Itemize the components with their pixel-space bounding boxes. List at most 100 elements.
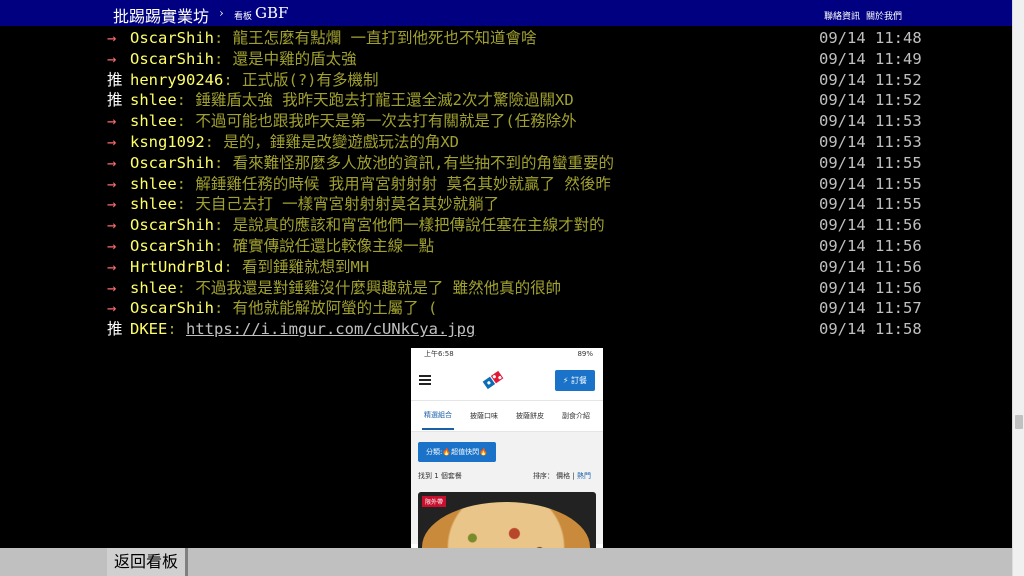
takeout-badge: 限外帶 — [422, 496, 447, 507]
push-row: 推 DKEE: https://i.imgur.com/cUNkCya.jpg 09… — [0, 319, 1012, 339]
push-userid: OscarShih: 是說真的應該和宵宮他們一樣把傳說任塞在主線才對的 — [130, 215, 605, 235]
push-time: 09/14 11:49 — [819, 49, 922, 68]
push-row: → shlee: 不過可能也跟我昨天是第一次去打有關就是了(任務除外 09/14 1… — [0, 111, 1012, 131]
arrow-tag: → — [107, 237, 117, 255]
push-content: : — [167, 320, 186, 339]
app-bar: ⚡ 訂餐 — [411, 360, 603, 401]
push-userid: shlee: 不過可能也跟我昨天是第一次去打有關就是了(任務除外 — [130, 111, 577, 131]
push-row: → OscarShih: 有他就能解放阿螢的土屬了 (09/14 11:57 — [0, 298, 1012, 318]
arrow-tag: → — [107, 49, 117, 68]
push-username: OscarShih — [130, 216, 214, 235]
sort-options: 排序： 價格 | 熱門 — [533, 471, 591, 481]
push-username: OscarShih — [130, 299, 214, 318]
push-username: OscarShih — [130, 153, 214, 172]
sort-price: 價格 — [556, 472, 571, 480]
found-count-text: 找到 1 個套餐 — [418, 472, 462, 480]
arrow-tag: → — [107, 257, 117, 276]
push-content: : 不過我還是對錘雞沒什麼興趣就是了 雖然他真的很帥 — [176, 278, 562, 297]
board-name-link[interactable]: GBF — [255, 4, 288, 22]
top-links: 聯絡資訊 關於我們 — [824, 9, 902, 22]
push-time: 09/14 11:55 — [819, 153, 922, 172]
push-userid: HrtUndrBld: 看到錘雞就想到MH — [130, 257, 369, 277]
push-tag: 推 — [107, 91, 123, 110]
battery-level: 89% — [577, 350, 593, 358]
push-time: 09/14 11:56 — [819, 237, 922, 255]
push-userid: OscarShih: 確實傳說任還比較像主線一點 — [130, 236, 434, 256]
arrow-tag: → — [107, 133, 117, 151]
arrow-tag: → — [107, 195, 117, 214]
push-userid: ksng1092: 是的，錘雞是改變遊戲玩法的角XD — [130, 132, 459, 152]
push-time: 09/14 11:55 — [819, 195, 922, 214]
push-content: : 確實傳說任還比較像主線一點 — [214, 237, 435, 255]
tab-flavors: 披薩口味 — [470, 412, 498, 420]
push-link[interactable]: https://i.imgur.com/cUNkCya.jpg — [186, 320, 475, 338]
push-content: : 正式版(?)有多機制 — [223, 70, 379, 89]
push-content: : 看到錘雞就想到MH — [223, 257, 370, 276]
push-content: : 看來難怪那麼多人放池的資訊,有些抽不到的角蠻重要的 — [214, 153, 614, 172]
sort-separator: | — [572, 472, 575, 480]
push-userid: OscarShih: 還是中雞的盾太強 — [130, 49, 357, 69]
push-content: : 解錘雞任務的時候 我用宵宮射射射 莫名其妙就贏了 然後昨 — [176, 174, 611, 193]
push-userid: OscarShih: 龍王怎麼有點爛 一直打到他死也不知道會啥 — [130, 28, 537, 48]
push-userid: shlee: 錘雞盾太強 我昨天跑去打龍王還全滅2次才驚險過關XD — [130, 90, 574, 110]
board-label: 看板 — [234, 12, 253, 22]
push-content: : 還是中雞的盾太強 — [214, 49, 357, 68]
tab-crust: 披薩餅皮 — [516, 412, 544, 420]
about-link[interactable]: 關於我們 — [866, 9, 902, 22]
push-time: 09/14 11:53 — [819, 112, 922, 131]
filter-area: 分類:🔥超值快閃🔥 找到 1 個套餐 排序： 價格 | 熱門 限外帶 — [411, 432, 603, 550]
arrow-tag: → — [107, 174, 117, 193]
push-content: : 龍王怎麼有點爛 一直打到他死也不知道會啥 — [214, 29, 537, 47]
tab-featured: 精選組合 — [422, 402, 454, 430]
pizza-image — [422, 502, 590, 550]
menu-icon — [419, 375, 431, 385]
push-userid: OscarShih: 看來難怪那麼多人放池的資訊,有些抽不到的角蠻重要的 — [130, 153, 614, 173]
push-time: 09/14 11:58 — [819, 320, 922, 339]
push-username: OscarShih — [130, 237, 214, 255]
arrow-tag: → — [107, 29, 117, 47]
status-time: 上午6:58 — [424, 350, 454, 358]
menu-tabs: 精選組合 披薩口味 披薩餅皮 副食介紹 — [411, 401, 603, 432]
tab-sides: 副食介紹 — [562, 412, 590, 420]
push-row: → OscarShih: 還是中雞的盾太強 09/14 11:49 — [0, 49, 1012, 69]
push-username: ksng1092 — [130, 133, 205, 151]
push-tag: 推 — [107, 320, 123, 339]
push-tag: 推 — [107, 70, 123, 89]
order-button: ⚡ 訂餐 — [554, 369, 595, 391]
embedded-image[interactable]: 上午6:58 89% ⚡ 訂餐 精選組合 披薩口味 披薩餅皮 副食介紹 分類:🔥… — [411, 348, 603, 550]
push-time: 09/14 11:52 — [819, 70, 922, 89]
site-brand-link[interactable]: 批踢踢實業坊 — [113, 3, 209, 27]
push-userid: shlee: 不過我還是對錘雞沒什麼興趣就是了 雖然他真的很帥 — [130, 278, 561, 298]
push-time: 09/14 11:52 — [819, 91, 922, 110]
push-row: → OscarShih: 龍王怎麼有點爛 一直打到他死也不知道會啥 09/14 11… — [0, 28, 1012, 48]
arrow-tag: → — [107, 153, 117, 172]
push-userid: DKEE: https://i.imgur.com/cUNkCya.jpg — [130, 319, 475, 339]
push-username: OscarShih — [130, 29, 214, 47]
push-userid: henry90246: 正式版(?)有多機制 — [130, 70, 379, 90]
push-content: : 是的，錘雞是改變遊戲玩法的角XD — [204, 133, 459, 151]
push-username: shlee — [130, 91, 177, 110]
push-time: 09/14 11:55 — [819, 174, 922, 193]
push-content: : 不過可能也跟我昨天是第一次去打有關就是了(任務除外 — [176, 112, 577, 131]
push-row: → OscarShih: 是說真的應該和宵宮他們一樣把傳說任塞在主線才對的 09/1… — [0, 215, 1012, 235]
arrow-tag: → — [107, 216, 117, 235]
push-username: shlee — [130, 195, 177, 214]
bottom-bar: 返回看板 — [0, 548, 1012, 576]
push-content: : 錘雞盾太強 我昨天跑去打龍王還全滅2次才驚險過關XD — [176, 91, 574, 110]
push-content: : 是說真的應該和宵宮他們一樣把傳說任塞在主線才對的 — [214, 216, 605, 235]
push-row: → HrtUndrBld: 看到錘雞就想到MH 09/14 11:56 — [0, 257, 1012, 277]
push-row: → shlee: 不過我還是對錘雞沒什麼興趣就是了 雖然他真的很帥 09/14 11… — [0, 278, 1012, 298]
back-to-board-button[interactable]: 返回看板 — [107, 548, 188, 576]
push-time: 09/14 11:56 — [819, 216, 922, 235]
push-userid: OscarShih: 有他就能解放阿螢的土屬了 ( — [130, 298, 437, 318]
scrollbar[interactable] — [1012, 0, 1024, 576]
contact-link[interactable]: 聯絡資訊 — [824, 9, 860, 22]
arrow-tag: → — [107, 278, 117, 297]
scroll-thumb[interactable] — [1015, 415, 1023, 429]
category-button: 分類:🔥超值快閃🔥 — [418, 442, 496, 462]
push-row: → OscarShih: 確實傳說任還比較像主線一點 09/14 11:56 — [0, 236, 1012, 256]
push-time: 09/14 11:48 — [819, 29, 922, 47]
push-username: DKEE — [130, 320, 168, 339]
push-username: HrtUndrBld — [130, 257, 224, 276]
push-row: 推 shlee: 錘雞盾太強 我昨天跑去打龍王還全滅2次才驚險過關XD 09/14 … — [0, 90, 1012, 110]
